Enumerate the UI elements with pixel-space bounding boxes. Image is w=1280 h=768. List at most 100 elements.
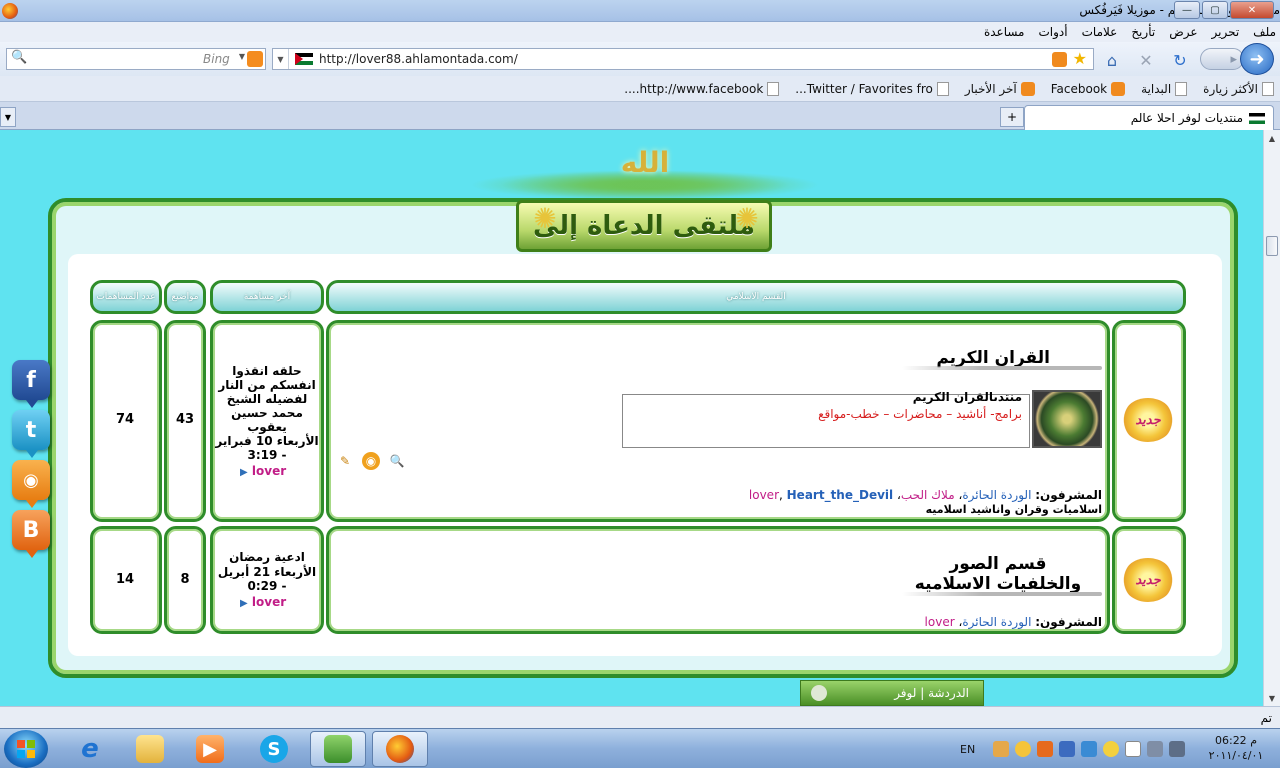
- status-text: تم: [1260, 711, 1272, 725]
- site-favicon: [295, 53, 313, 65]
- maximize-button[interactable]: ▢: [1202, 1, 1228, 19]
- search-field[interactable]: 🔍 Bing ▼: [6, 48, 266, 70]
- forum-title[interactable]: قسم الصور والخلفيات الاسلاميه: [906, 554, 1090, 594]
- menu-view[interactable]: عرض: [1169, 25, 1197, 39]
- header-last-post: آخر مساهمة: [210, 280, 324, 314]
- menu-bookmarks[interactable]: علامات: [1082, 25, 1118, 39]
- reload-icon[interactable]: ↻: [1170, 50, 1190, 70]
- rss-icon[interactable]: [1052, 52, 1067, 67]
- sun-ornament-icon: ✺: [533, 202, 557, 235]
- tray-app-icon[interactable]: [1037, 741, 1054, 757]
- header-section: القسم الاسلامي: [326, 280, 1186, 314]
- clock[interactable]: 06:22 م ٢٠١١/٠٤/٠١: [1196, 733, 1276, 763]
- skype-icon: S: [260, 735, 288, 763]
- scroll-down-icon[interactable]: ▼: [1264, 690, 1280, 706]
- moderators-line: المشرفون: الوردة الحائرة، lover: [924, 615, 1102, 629]
- scrollbar-thumb[interactable]: [1266, 236, 1278, 256]
- network-icon[interactable]: [1147, 741, 1164, 757]
- window-title: منتديات لوفر احلا عالم - موزيلا فَيَرفُك…: [1079, 3, 1280, 17]
- start-button[interactable]: [4, 730, 48, 768]
- taskbar-messenger[interactable]: [310, 731, 366, 767]
- title-underline: [902, 592, 1102, 596]
- banner-calligraphy: الله: [620, 146, 670, 179]
- go-to-post-icon[interactable]: ▶: [240, 598, 248, 609]
- menu-tools[interactable]: أدوات: [1039, 25, 1068, 39]
- chat-bar[interactable]: الدردشة | لوفر: [800, 680, 984, 706]
- bookmark-twitter[interactable]: Twitter / Favorites fro...: [795, 81, 949, 96]
- last-post-title[interactable]: حلقه انقذوا انفسكم من النار لفضيله الشيخ…: [214, 364, 320, 434]
- address-bar[interactable]: ▼ http://lover88.ahlamontada.com/ ★: [272, 48, 1094, 70]
- search-engine-icon[interactable]: [247, 51, 263, 67]
- rss-feed-icon[interactable]: ◉: [362, 452, 380, 470]
- moderator-link[interactable]: الوردة الحائرة: [962, 615, 1031, 629]
- firefox-icon: [2, 3, 18, 19]
- taskbar-ie[interactable]: e: [62, 731, 118, 767]
- flag-icon[interactable]: [1125, 741, 1142, 757]
- volume-icon[interactable]: [1169, 741, 1186, 757]
- history-dropdown-icon[interactable]: ▼: [273, 49, 289, 69]
- menu-bar: ملف تحرير عرض تأريخ علامات أدوات مساعدة: [0, 22, 1280, 42]
- minimize-button[interactable]: —: [1174, 1, 1200, 19]
- edit-icon[interactable]: ✎: [336, 452, 354, 470]
- search-icon[interactable]: 🔍: [11, 50, 27, 65]
- bookmark-facebook[interactable]: Facebook: [1051, 81, 1126, 96]
- blogger-share-button[interactable]: B: [12, 510, 50, 558]
- forward-button[interactable]: ▸: [1200, 48, 1244, 70]
- moderator-link[interactable]: lover: [749, 488, 779, 502]
- moderator-link[interactable]: lover: [925, 615, 955, 629]
- rss-icon: ◉: [23, 469, 39, 491]
- close-button[interactable]: ✕: [1230, 1, 1274, 19]
- last-post-user[interactable]: ▶ lover: [240, 595, 286, 609]
- scroll-up-icon[interactable]: ▲: [1264, 130, 1280, 146]
- vertical-scrollbar[interactable]: ▲ ▼: [1263, 130, 1280, 706]
- windows-logo-icon: [17, 740, 35, 758]
- search-engine-dropdown[interactable]: ▼: [239, 52, 245, 61]
- url-text[interactable]: http://lover88.ahlamontada.com/: [319, 52, 518, 66]
- moderators-label: المشرفون:: [1035, 615, 1102, 629]
- tray-app-icon[interactable]: [1103, 741, 1120, 757]
- language-indicator[interactable]: EN: [960, 743, 975, 756]
- taskbar-skype[interactable]: S: [246, 731, 302, 767]
- rss-share-button[interactable]: ◉: [12, 460, 50, 508]
- tray-app-icon[interactable]: [1081, 741, 1098, 757]
- posts-count: 14: [115, 572, 135, 587]
- tab-list-button[interactable]: ▼: [0, 107, 16, 127]
- menu-help[interactable]: مساعدة: [984, 25, 1025, 39]
- bookmark-getting-started[interactable]: البداية: [1141, 81, 1188, 96]
- stop-icon[interactable]: ✕: [1136, 50, 1156, 70]
- bookmark-star-icon[interactable]: ★: [1073, 49, 1087, 68]
- bookmark-latest-news[interactable]: آخر الأخبار: [965, 81, 1035, 96]
- menu-history[interactable]: تأريخ: [1131, 25, 1155, 39]
- forum-title[interactable]: القران الكريم: [900, 348, 1050, 368]
- tab-favicon: [1249, 112, 1265, 124]
- moderator-link[interactable]: الوردة الحائرة: [962, 488, 1031, 502]
- menu-file[interactable]: ملف: [1253, 25, 1276, 39]
- taskbar-firefox[interactable]: [372, 731, 428, 767]
- twitter-share-button[interactable]: t: [12, 410, 50, 458]
- facebook-share-button[interactable]: f: [12, 360, 50, 408]
- tab-active[interactable]: منتديات لوفر احلا عالم: [1024, 105, 1274, 130]
- posts-count: 74: [115, 412, 135, 427]
- tray-messenger-icon[interactable]: [1015, 741, 1032, 757]
- moderator-link[interactable]: Heart_the_Devil: [787, 488, 894, 502]
- go-to-post-icon[interactable]: ▶: [240, 467, 248, 478]
- last-post-title[interactable]: ادعية رمضان: [214, 550, 320, 564]
- subforum-title[interactable]: منتدىالقران الكريم: [880, 390, 1022, 404]
- tray-app-icon[interactable]: [1059, 741, 1076, 757]
- taskbar-media-player[interactable]: ▶: [182, 731, 238, 767]
- last-post-user[interactable]: ▶ lover: [240, 464, 286, 478]
- bookmark-most-visited[interactable]: الأكثر زيارة: [1203, 81, 1274, 96]
- new-tab-button[interactable]: +: [1000, 107, 1024, 127]
- tray-app-icon[interactable]: [993, 741, 1010, 757]
- home-icon[interactable]: ⌂: [1102, 50, 1122, 70]
- clock-time: 06:22 م: [1214, 734, 1257, 747]
- back-button[interactable]: ➜: [1240, 43, 1274, 75]
- username-link[interactable]: lover: [252, 464, 286, 478]
- search-forum-icon[interactable]: 🔍: [388, 452, 406, 470]
- page-icon: [767, 81, 780, 96]
- moderator-link[interactable]: ملاك الحب: [901, 488, 955, 502]
- username-link[interactable]: lover: [252, 595, 286, 609]
- bookmark-facebook-url[interactable]: http://www.facebook....: [624, 81, 780, 96]
- menu-edit[interactable]: تحرير: [1212, 25, 1240, 39]
- taskbar-explorer[interactable]: [122, 731, 178, 767]
